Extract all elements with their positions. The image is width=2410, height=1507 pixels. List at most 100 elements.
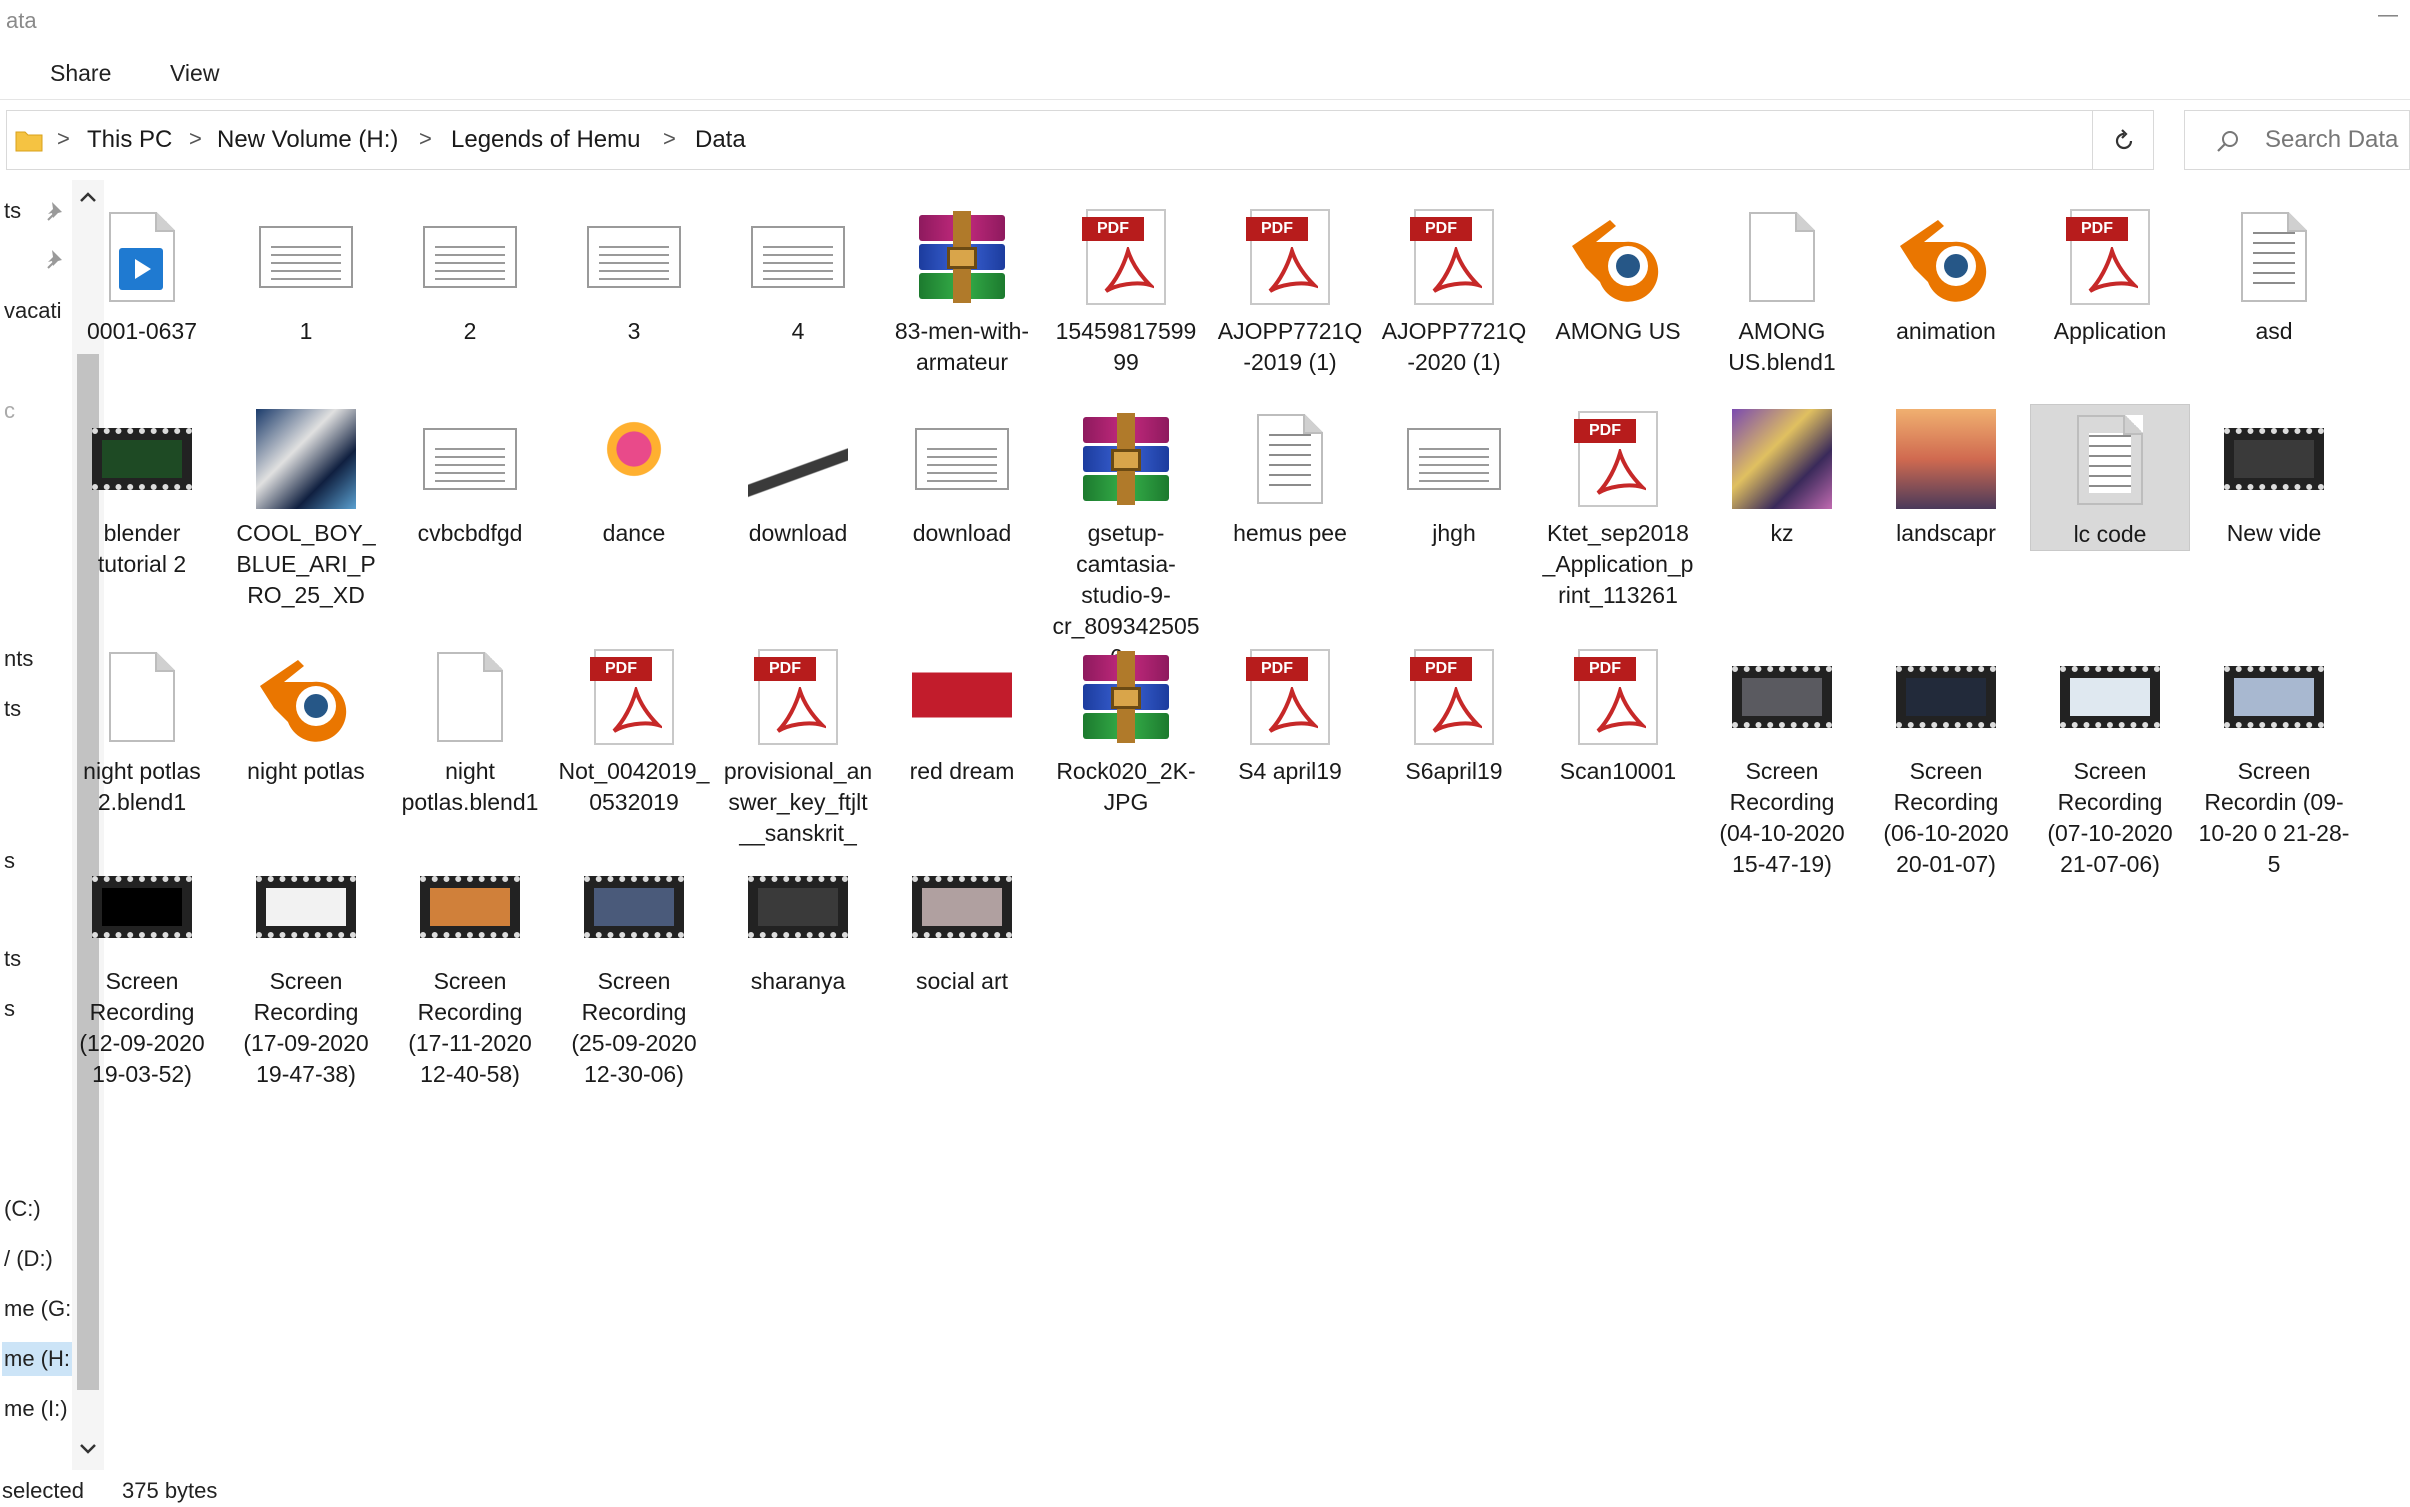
breadcrumb-new-volume[interactable]: New Volume (H:) [217, 126, 398, 154]
file-name: Screen Recording (07-10-2020 21-07-06) [2047, 758, 2173, 877]
file-item[interactable]: sharanya [718, 852, 878, 997]
file-item[interactable]: download [882, 404, 1042, 549]
file-name: jhgh [1432, 520, 1476, 546]
search-input[interactable] [2265, 125, 2410, 155]
file-item[interactable]: red dream [882, 642, 1042, 787]
file-item[interactable]: AMONG US [1538, 202, 1698, 347]
file-item[interactable]: Screen Recording (06-10-2020 20-01-07) [1866, 642, 2026, 880]
rar-archive-icon [1071, 642, 1181, 752]
file-name: 83-men-with-armateur [894, 318, 1030, 375]
file-item[interactable]: 0001-0637 [62, 202, 222, 347]
photo-thumbnail-icon [251, 404, 361, 514]
pdf-icon: PDF [1563, 404, 1673, 514]
search-box[interactable] [2184, 110, 2410, 170]
file-item[interactable]: PDF Not_0042019_0532019 [554, 642, 714, 818]
file-item[interactable]: landscapr [1866, 404, 2026, 549]
file-item[interactable]: asd [2194, 202, 2354, 347]
file-item[interactable]: animation [1866, 202, 2026, 347]
image-thumbnail-icon [743, 202, 853, 312]
file-name: Rock020_2K-JPG [1056, 758, 1196, 815]
file-name: Screen Recording (12-09-2020 19-03-52) [79, 968, 205, 1087]
file-name: Application [2053, 318, 2167, 344]
file-name: night potlas.blend1 [401, 758, 539, 815]
file-name: Screen Recording (17-09-2020 19-47-38) [243, 968, 369, 1087]
file-item[interactable]: 2 [390, 202, 550, 347]
breadcrumb-separator-icon[interactable]: > [663, 126, 676, 152]
file-name: red dream [909, 758, 1015, 784]
rar-archive-icon [1071, 404, 1181, 514]
file-item[interactable]: 3 [554, 202, 714, 347]
pdf-icon: PDF [1399, 642, 1509, 752]
file-item[interactable]: AMONG US.blend1 [1702, 202, 1862, 378]
file-name: social art [915, 968, 1009, 994]
file-item[interactable]: Rock020_2K-JPG [1046, 642, 1206, 818]
video-file-icon [87, 202, 197, 312]
file-item[interactable]: night potlas [226, 642, 386, 787]
minimize-button[interactable]: — [2374, 4, 2402, 26]
file-item[interactable]: kz [1702, 404, 1862, 549]
refresh-button[interactable] [2092, 110, 2154, 170]
photo-thumbnail-icon [579, 404, 689, 514]
breadcrumb-separator-icon[interactable]: > [57, 126, 70, 152]
file-item[interactable]: dance [554, 404, 714, 549]
file-item[interactable]: PDF provisional_answer_key_ftjlt__sanskri… [718, 642, 878, 849]
file-name: sharanya [750, 968, 846, 994]
file-item[interactable]: gsetup-camtasia-studio-9-cr_8093425056..… [1046, 404, 1206, 673]
file-item[interactable]: PDF 1545981759999 [1046, 202, 1206, 378]
video-thumbnail-icon [907, 852, 1017, 962]
file-name: Screen Recordin (09-10-20 0 21-28-5 [2198, 758, 2350, 877]
video-thumbnail-icon [2219, 404, 2329, 514]
pdf-icon: PDF [2055, 202, 2165, 312]
file-item[interactable]: PDF Scan10001 [1538, 642, 1698, 787]
pdf-icon: PDF [1563, 642, 1673, 752]
file-item[interactable]: Screen Recording (25-09-2020 12-30-06) [554, 852, 714, 1090]
breadcrumb-data[interactable]: Data [695, 126, 746, 154]
file-item[interactable]: 1 [226, 202, 386, 347]
file-item[interactable]: Screen Recording (07-10-2020 21-07-06) [2030, 642, 2190, 880]
file-item[interactable]: lc code [2030, 404, 2190, 551]
file-item[interactable]: cvbcbdfgd [390, 404, 550, 549]
file-item[interactable]: PDF Application [2030, 202, 2190, 347]
address-bar[interactable]: > This PC > New Volume (H:) > Legends of… [6, 110, 2134, 170]
title-bar: ata — [0, 0, 2410, 44]
file-item[interactable]: download [718, 404, 878, 549]
file-name: 2 [463, 318, 477, 344]
image-thumbnail-icon [251, 202, 361, 312]
file-item[interactable]: PDF AJOPP7721Q-2020 (1) [1374, 202, 1534, 378]
breadcrumb-separator-icon[interactable]: > [419, 126, 432, 152]
breadcrumb-this-pc[interactable]: This PC [87, 126, 172, 154]
file-item[interactable]: New vide [2194, 404, 2354, 549]
video-thumbnail-icon [415, 852, 525, 962]
text-file-icon [2219, 202, 2329, 312]
file-item[interactable]: night potlas 2.blend1 [62, 642, 222, 818]
file-name: Screen Recording (06-10-2020 20-01-07) [1883, 758, 2009, 877]
file-item[interactable]: PDF Ktet_sep2018_Application_print_113261 [1538, 404, 1698, 611]
file-name: S6april19 [1405, 758, 1503, 784]
tab-view[interactable]: View [164, 58, 225, 89]
file-item[interactable]: 4 [718, 202, 878, 347]
file-item[interactable]: PDF S6april19 [1374, 642, 1534, 787]
window-title: ata [6, 8, 37, 33]
file-name: Screen Recording (04-10-2020 15-47-19) [1719, 758, 1845, 877]
file-item[interactable]: Screen Recordin (09-10-20 0 21-28-5 [2194, 642, 2354, 880]
file-item[interactable]: social art [882, 852, 1042, 997]
file-item[interactable]: PDF AJOPP7721Q-2019 (1) [1210, 202, 1370, 378]
file-name: provisional_answer_key_ftjlt__sanskrit_ [723, 758, 873, 846]
file-item[interactable]: Screen Recording (17-09-2020 19-47-38) [226, 852, 386, 1090]
file-name: 3 [627, 318, 641, 344]
file-item[interactable]: night potlas.blend1 [390, 642, 550, 818]
file-item[interactable]: 83-men-with-armateur [882, 202, 1042, 378]
file-item[interactable]: Screen Recording (04-10-2020 15-47-19) [1702, 642, 1862, 880]
tab-share[interactable]: Share [44, 58, 117, 89]
file-item[interactable]: Screen Recording (12-09-2020 19-03-52) [62, 852, 222, 1090]
address-row: > This PC > New Volume (H:) > Legends of… [0, 104, 2410, 176]
pdf-icon: PDF [1235, 642, 1345, 752]
breadcrumb-separator-icon[interactable]: > [189, 126, 202, 152]
file-item[interactable]: hemus pee [1210, 404, 1370, 549]
file-item[interactable]: jhgh [1374, 404, 1534, 549]
breadcrumb-legends-of-hemu[interactable]: Legends of Hemu [451, 126, 640, 154]
file-item[interactable]: COOL_BOY_BLUE_ARI_PRO_25_XD [226, 404, 386, 611]
file-item[interactable]: Screen Recording (17-11-2020 12-40-58) [390, 852, 550, 1090]
file-item[interactable]: blender tutorial 2 [62, 404, 222, 580]
file-item[interactable]: PDF S4 april19 [1210, 642, 1370, 787]
